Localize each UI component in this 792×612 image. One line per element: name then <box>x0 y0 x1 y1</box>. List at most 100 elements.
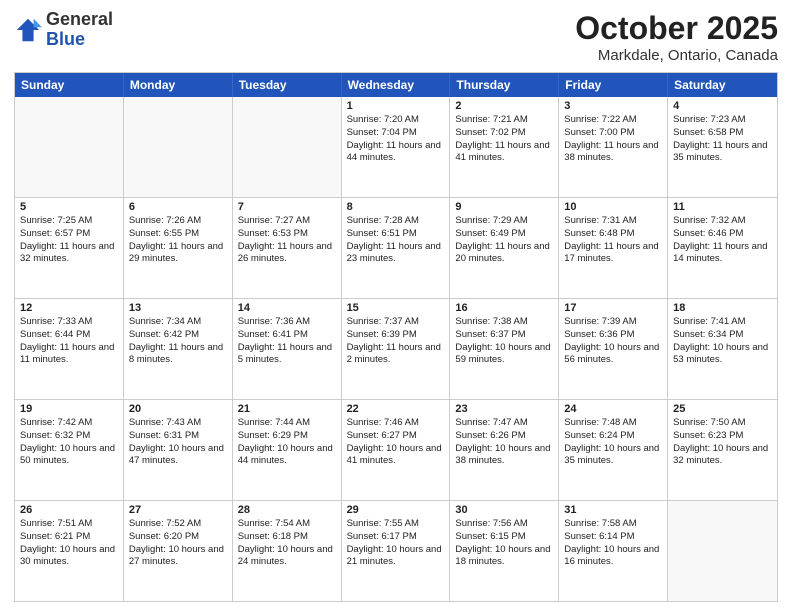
calendar-body: 1 Sunrise: 7:20 AM Sunset: 7:04 PM Daylig… <box>15 97 777 601</box>
calendar-day-25: 25 Sunrise: 7:50 AM Sunset: 6:23 PM Dayli… <box>668 400 777 500</box>
calendar-day-4: 4 Sunrise: 7:23 AM Sunset: 6:58 PM Daylig… <box>668 97 777 197</box>
calendar-empty-cell <box>124 97 233 197</box>
day-info: Sunrise: 7:20 AM Sunset: 7:04 PM Dayligh… <box>347 114 445 165</box>
day-info: Sunrise: 7:26 AM Sunset: 6:55 PM Dayligh… <box>129 215 227 266</box>
header-day-saturday: Saturday <box>668 73 777 97</box>
day-info: Sunrise: 7:58 AM Sunset: 6:14 PM Dayligh… <box>564 518 662 569</box>
calendar-header: SundayMondayTuesdayWednesdayThursdayFrid… <box>15 73 777 97</box>
day-number: 22 <box>347 403 445 415</box>
calendar-row-3: 19 Sunrise: 7:42 AM Sunset: 6:32 PM Dayli… <box>15 399 777 500</box>
day-number: 25 <box>673 403 772 415</box>
day-number: 2 <box>455 100 553 112</box>
day-info: Sunrise: 7:34 AM Sunset: 6:42 PM Dayligh… <box>129 316 227 367</box>
day-number: 14 <box>238 302 336 314</box>
calendar-day-16: 16 Sunrise: 7:38 AM Sunset: 6:37 PM Dayli… <box>450 299 559 399</box>
calendar-empty-cell <box>15 97 124 197</box>
day-number: 12 <box>20 302 118 314</box>
calendar-day-19: 19 Sunrise: 7:42 AM Sunset: 6:32 PM Dayli… <box>15 400 124 500</box>
calendar-day-30: 30Sunrise: 7:56 AM Sunset: 6:15 PM Dayli… <box>450 501 559 601</box>
day-number: 30 <box>455 504 553 516</box>
day-number: 10 <box>564 201 662 213</box>
header-day-sunday: Sunday <box>15 73 124 97</box>
day-number: 23 <box>455 403 553 415</box>
calendar-day-1: 1 Sunrise: 7:20 AM Sunset: 7:04 PM Daylig… <box>342 97 451 197</box>
day-info: Sunrise: 7:43 AM Sunset: 6:31 PM Dayligh… <box>129 417 227 468</box>
calendar-day-3: 3Sunrise: 7:22 AM Sunset: 7:00 PM Daylig… <box>559 97 668 197</box>
day-info: Sunrise: 7:27 AM Sunset: 6:53 PM Dayligh… <box>238 215 336 266</box>
calendar-day-2: 2 Sunrise: 7:21 AM Sunset: 7:02 PM Daylig… <box>450 97 559 197</box>
day-info: Sunrise: 7:42 AM Sunset: 6:32 PM Dayligh… <box>20 417 118 468</box>
title-block: October 2025 Markdale, Ontario, Canada <box>575 10 778 64</box>
header: General Blue October 2025 Markdale, Onta… <box>14 10 778 64</box>
day-info: Sunrise: 7:54 AM Sunset: 6:18 PM Dayligh… <box>238 518 336 569</box>
header-day-monday: Monday <box>124 73 233 97</box>
day-number: 1 <box>347 100 445 112</box>
day-number: 19 <box>20 403 118 415</box>
day-number: 21 <box>238 403 336 415</box>
day-number: 16 <box>455 302 553 314</box>
day-info: Sunrise: 7:44 AM Sunset: 6:29 PM Dayligh… <box>238 417 336 468</box>
calendar-day-27: 27Sunrise: 7:52 AM Sunset: 6:20 PM Dayli… <box>124 501 233 601</box>
day-info: Sunrise: 7:33 AM Sunset: 6:44 PM Dayligh… <box>20 316 118 367</box>
day-info: Sunrise: 7:55 AM Sunset: 6:17 PM Dayligh… <box>347 518 445 569</box>
day-info: Sunrise: 7:47 AM Sunset: 6:26 PM Dayligh… <box>455 417 553 468</box>
calendar-row-0: 1 Sunrise: 7:20 AM Sunset: 7:04 PM Daylig… <box>15 97 777 197</box>
calendar-day-10: 10 Sunrise: 7:31 AM Sunset: 6:48 PM Dayli… <box>559 198 668 298</box>
header-day-friday: Friday <box>559 73 668 97</box>
day-info: Sunrise: 7:37 AM Sunset: 6:39 PM Dayligh… <box>347 316 445 367</box>
calendar-day-18: 18Sunrise: 7:41 AM Sunset: 6:34 PM Dayli… <box>668 299 777 399</box>
calendar-day-15: 15 Sunrise: 7:37 AM Sunset: 6:39 PM Dayli… <box>342 299 451 399</box>
calendar-row-2: 12 Sunrise: 7:33 AM Sunset: 6:44 PM Dayli… <box>15 298 777 399</box>
calendar-empty-cell <box>668 501 777 601</box>
day-info: Sunrise: 7:22 AM Sunset: 7:00 PM Dayligh… <box>564 114 662 165</box>
calendar-day-29: 29Sunrise: 7:55 AM Sunset: 6:17 PM Dayli… <box>342 501 451 601</box>
day-number: 18 <box>673 302 772 314</box>
day-info: Sunrise: 7:23 AM Sunset: 6:58 PM Dayligh… <box>673 114 772 165</box>
day-number: 5 <box>20 201 118 213</box>
calendar-day-14: 14 Sunrise: 7:36 AM Sunset: 6:41 PM Dayli… <box>233 299 342 399</box>
calendar-day-12: 12 Sunrise: 7:33 AM Sunset: 6:44 PM Dayli… <box>15 299 124 399</box>
calendar-day-8: 8Sunrise: 7:28 AM Sunset: 6:51 PM Daylig… <box>342 198 451 298</box>
day-number: 4 <box>673 100 772 112</box>
day-number: 20 <box>129 403 227 415</box>
day-number: 28 <box>238 504 336 516</box>
day-number: 6 <box>129 201 227 213</box>
day-info: Sunrise: 7:36 AM Sunset: 6:41 PM Dayligh… <box>238 316 336 367</box>
day-number: 11 <box>673 201 772 213</box>
day-number: 17 <box>564 302 662 314</box>
calendar-day-31: 31 Sunrise: 7:58 AM Sunset: 6:14 PM Dayli… <box>559 501 668 601</box>
calendar-day-21: 21 Sunrise: 7:44 AM Sunset: 6:29 PM Dayli… <box>233 400 342 500</box>
day-number: 27 <box>129 504 227 516</box>
page: General Blue October 2025 Markdale, Onta… <box>0 0 792 612</box>
calendar-day-5: 5 Sunrise: 7:25 AM Sunset: 6:57 PM Daylig… <box>15 198 124 298</box>
header-day-thursday: Thursday <box>450 73 559 97</box>
day-number: 15 <box>347 302 445 314</box>
day-number: 31 <box>564 504 662 516</box>
calendar-empty-cell <box>233 97 342 197</box>
calendar-day-6: 6 Sunrise: 7:26 AM Sunset: 6:55 PM Daylig… <box>124 198 233 298</box>
calendar-day-28: 28 Sunrise: 7:54 AM Sunset: 6:18 PM Dayli… <box>233 501 342 601</box>
calendar-day-11: 11Sunrise: 7:32 AM Sunset: 6:46 PM Dayli… <box>668 198 777 298</box>
day-info: Sunrise: 7:38 AM Sunset: 6:37 PM Dayligh… <box>455 316 553 367</box>
logo-general: General <box>46 9 113 29</box>
calendar-day-24: 24Sunrise: 7:48 AM Sunset: 6:24 PM Dayli… <box>559 400 668 500</box>
day-info: Sunrise: 7:25 AM Sunset: 6:57 PM Dayligh… <box>20 215 118 266</box>
day-info: Sunrise: 7:31 AM Sunset: 6:48 PM Dayligh… <box>564 215 662 266</box>
calendar-title: October 2025 <box>575 10 778 47</box>
calendar-row-4: 26Sunrise: 7:51 AM Sunset: 6:21 PM Dayli… <box>15 500 777 601</box>
calendar-day-7: 7Sunrise: 7:27 AM Sunset: 6:53 PM Daylig… <box>233 198 342 298</box>
calendar-day-23: 23 Sunrise: 7:47 AM Sunset: 6:26 PM Dayli… <box>450 400 559 500</box>
day-number: 8 <box>347 201 445 213</box>
day-info: Sunrise: 7:29 AM Sunset: 6:49 PM Dayligh… <box>455 215 553 266</box>
calendar-row-1: 5 Sunrise: 7:25 AM Sunset: 6:57 PM Daylig… <box>15 197 777 298</box>
day-info: Sunrise: 7:21 AM Sunset: 7:02 PM Dayligh… <box>455 114 553 165</box>
logo-icon <box>14 16 42 44</box>
logo: General Blue <box>14 10 113 50</box>
day-number: 13 <box>129 302 227 314</box>
calendar-subtitle: Markdale, Ontario, Canada <box>575 47 778 64</box>
calendar-day-26: 26Sunrise: 7:51 AM Sunset: 6:21 PM Dayli… <box>15 501 124 601</box>
day-info: Sunrise: 7:50 AM Sunset: 6:23 PM Dayligh… <box>673 417 772 468</box>
day-number: 9 <box>455 201 553 213</box>
calendar-day-17: 17Sunrise: 7:39 AM Sunset: 6:36 PM Dayli… <box>559 299 668 399</box>
header-day-tuesday: Tuesday <box>233 73 342 97</box>
